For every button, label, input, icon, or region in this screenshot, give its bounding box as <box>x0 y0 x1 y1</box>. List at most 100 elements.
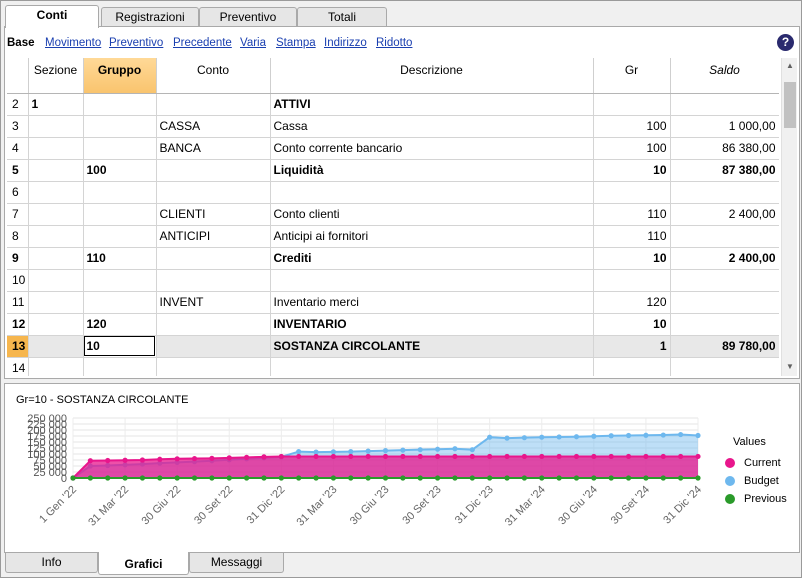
cell-sezione[interactable] <box>28 357 84 376</box>
cell-sezione[interactable] <box>28 225 84 248</box>
scroll-down-icon[interactable]: ▼ <box>785 362 795 371</box>
cell-conto[interactable] <box>156 269 271 292</box>
cell-gruppo[interactable] <box>83 137 157 160</box>
cell-sezione[interactable]: 1 <box>28 93 84 116</box>
row-number[interactable]: 4 <box>7 137 29 160</box>
table-row[interactable]: 7 CLIENTI Conto clienti 110 2 400,00 <box>7 203 779 226</box>
cell-sezione[interactable] <box>28 181 84 204</box>
cell-saldo[interactable]: 86 380,00 <box>670 137 779 160</box>
row-number[interactable]: 5 <box>7 159 29 182</box>
cell-sezione[interactable] <box>28 203 84 226</box>
legend-item-previous[interactable]: Previous <box>725 490 787 508</box>
cell-conto[interactable] <box>156 181 271 204</box>
cell-sezione[interactable] <box>28 313 84 336</box>
legend-item-budget[interactable]: Budget <box>725 472 787 490</box>
view-stampa[interactable]: Stampa <box>276 37 316 49</box>
cell-saldo[interactable]: 2 400,00 <box>670 247 779 270</box>
scrollbar-thumb[interactable] <box>784 82 796 128</box>
cell-conto[interactable]: INVENT <box>156 291 271 314</box>
tab-info[interactable]: Info <box>5 553 98 573</box>
row-number[interactable]: 11 <box>7 291 29 314</box>
row-number[interactable]: 9 <box>7 247 29 270</box>
header-saldo[interactable]: Saldo <box>670 58 779 94</box>
header-descrizione[interactable]: Descrizione <box>270 58 594 94</box>
cell-gr[interactable]: 10 <box>593 313 671 336</box>
view-ridotto[interactable]: Ridotto <box>376 37 412 49</box>
cell-gruppo[interactable] <box>83 203 157 226</box>
row-number[interactable]: 10 <box>7 269 29 292</box>
view-precedente[interactable]: Precedente <box>173 37 232 49</box>
cell-sezione[interactable] <box>28 269 84 292</box>
cell-descrizione[interactable]: Cassa <box>270 115 594 138</box>
cell-gr[interactable]: 110 <box>593 225 671 248</box>
cell-sezione[interactable] <box>28 247 84 270</box>
table-row[interactable]: 12 120 INVENTARIO 10 <box>7 313 779 336</box>
row-number[interactable]: 12 <box>7 313 29 336</box>
table-row[interactable]: 2 1 ATTIVI <box>7 93 779 116</box>
view-varia[interactable]: Varia <box>240 37 266 49</box>
cell-sezione[interactable] <box>28 335 84 358</box>
cell-gruppo[interactable] <box>83 115 157 138</box>
header-conto[interactable]: Conto <box>156 58 271 94</box>
cell-descrizione[interactable]: INVENTARIO <box>270 313 594 336</box>
cell-gruppo[interactable] <box>83 357 157 376</box>
cell-conto[interactable]: BANCA <box>156 137 271 160</box>
table-row[interactable]: 11 INVENT Inventario merci 120 <box>7 291 779 314</box>
tab-preventivo[interactable]: Preventivo <box>199 7 297 27</box>
vertical-scrollbar[interactable]: ▲ ▼ <box>781 58 797 376</box>
cell-conto[interactable] <box>156 93 271 116</box>
cell-gruppo[interactable] <box>83 269 157 292</box>
tab-totali[interactable]: Totali <box>297 7 387 27</box>
cell-gruppo[interactable] <box>83 181 157 204</box>
cell-saldo[interactable]: 2 400,00 <box>670 203 779 226</box>
cell-saldo[interactable] <box>670 269 779 292</box>
header-sezione[interactable]: Sezione <box>28 58 84 94</box>
view-base[interactable]: Base <box>7 37 35 49</box>
scroll-up-icon[interactable]: ▲ <box>785 61 795 70</box>
cell-sezione[interactable] <box>28 291 84 314</box>
cell-saldo[interactable] <box>670 313 779 336</box>
table-row[interactable]: 5 100 Liquidità 10 87 380,00 <box>7 159 779 182</box>
view-movimento[interactable]: Movimento <box>45 37 101 49</box>
cell-descrizione[interactable]: Liquidità <box>270 159 594 182</box>
row-number[interactable]: 7 <box>7 203 29 226</box>
cell-gr[interactable] <box>593 181 671 204</box>
cell-gruppo[interactable] <box>83 93 157 116</box>
legend-item-current[interactable]: Current <box>725 454 787 472</box>
header-gruppo[interactable]: Gruppo <box>83 58 157 94</box>
cell-gruppo[interactable]: 10 <box>83 335 157 358</box>
tab-conti[interactable]: Conti <box>5 5 99 28</box>
cell-gruppo[interactable]: 110 <box>83 247 157 270</box>
row-number[interactable]: 2 <box>7 93 29 116</box>
cell-saldo[interactable]: 1 000,00 <box>670 115 779 138</box>
cell-gruppo[interactable] <box>83 225 157 248</box>
row-number[interactable]: 14 <box>7 357 29 376</box>
cell-conto[interactable] <box>156 357 271 376</box>
row-number[interactable]: 8 <box>7 225 29 248</box>
cell-saldo[interactable] <box>670 357 779 376</box>
header-gr[interactable]: Gr <box>593 58 671 94</box>
cell-gr[interactable] <box>593 269 671 292</box>
help-icon[interactable]: ? <box>777 34 794 51</box>
cell-gr[interactable]: 110 <box>593 203 671 226</box>
cell-descrizione[interactable]: Crediti <box>270 247 594 270</box>
cell-conto[interactable] <box>156 159 271 182</box>
cell-gr[interactable]: 120 <box>593 291 671 314</box>
cell-descrizione[interactable]: Conto corrente bancario <box>270 137 594 160</box>
cell-conto[interactable] <box>156 313 271 336</box>
cell-descrizione[interactable] <box>270 181 594 204</box>
tab-grafici[interactable]: Grafici <box>98 552 189 575</box>
cell-conto[interactable]: ANTICIPI <box>156 225 271 248</box>
table-row[interactable]: 6 <box>7 181 779 204</box>
cell-gr[interactable]: 1 <box>593 335 671 358</box>
view-indirizzo[interactable]: Indirizzo <box>324 37 367 49</box>
row-number[interactable]: 6 <box>7 181 29 204</box>
cell-gr[interactable]: 10 <box>593 159 671 182</box>
cell-descrizione[interactable] <box>270 357 594 376</box>
cell-saldo[interactable] <box>670 291 779 314</box>
table-row[interactable]: 13 10 SOSTANZA CIRCOLANTE 1 89 780,00 <box>7 335 779 358</box>
row-number[interactable]: 3 <box>7 115 29 138</box>
cell-conto[interactable]: CLIENTI <box>156 203 271 226</box>
row-number[interactable]: 13 <box>7 335 29 358</box>
cell-saldo[interactable]: 87 380,00 <box>670 159 779 182</box>
